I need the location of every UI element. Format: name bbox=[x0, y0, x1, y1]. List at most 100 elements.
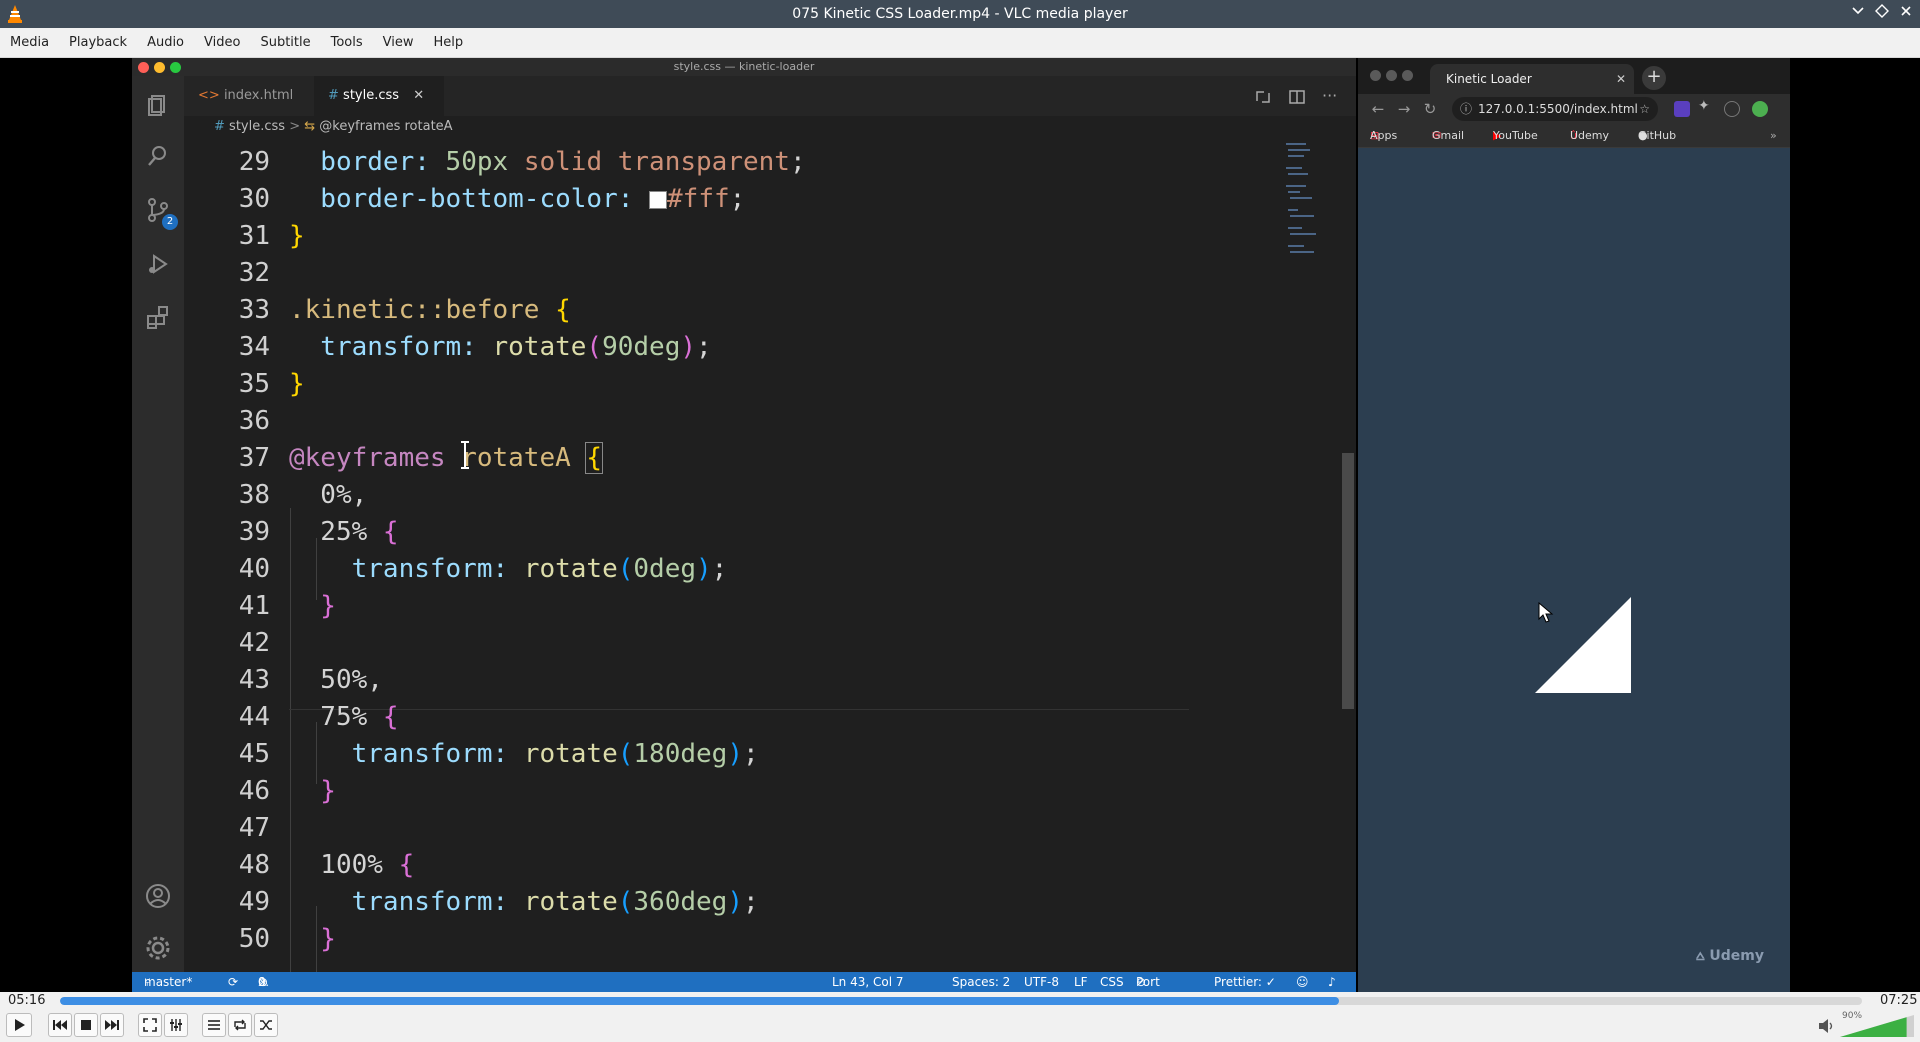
traffic-close-icon[interactable] bbox=[1370, 70, 1381, 81]
menu-tools[interactable]: Tools bbox=[321, 28, 373, 58]
code-line: 44 75% { bbox=[184, 699, 1294, 736]
stop-button[interactable] bbox=[74, 1013, 98, 1037]
line-number: 32 bbox=[238, 258, 270, 288]
extension-icon[interactable] bbox=[1674, 101, 1690, 117]
traffic-minimize-icon[interactable] bbox=[1386, 70, 1397, 81]
code-editor[interactable]: 29 border: 50px solid transparent; 30 bo… bbox=[184, 138, 1294, 972]
loop-button[interactable] bbox=[228, 1013, 252, 1037]
forward-arrow-icon[interactable]: → bbox=[1394, 98, 1414, 120]
tab-index-html[interactable]: <> index.html bbox=[184, 76, 314, 116]
language-status[interactable]: CSS bbox=[1100, 972, 1124, 992]
menu-view[interactable]: View bbox=[373, 28, 424, 58]
extensions-icon[interactable] bbox=[144, 304, 172, 332]
more-bookmarks-icon[interactable]: » bbox=[1770, 124, 1777, 148]
line-number: 30 bbox=[238, 184, 270, 214]
feedback-icon[interactable]: ☺ bbox=[1296, 972, 1309, 992]
search-icon[interactable] bbox=[144, 142, 172, 170]
line-number: 47 bbox=[238, 813, 270, 843]
extended-settings-button[interactable] bbox=[164, 1013, 188, 1037]
line-number: 45 bbox=[238, 739, 270, 769]
tab-style-css[interactable]: # style.css ✕ bbox=[314, 76, 444, 116]
previous-button[interactable] bbox=[48, 1013, 72, 1037]
puzzle-extensions-icon[interactable]: ✦ bbox=[1698, 98, 1710, 114]
sync-icon[interactable]: ⟳ bbox=[228, 972, 238, 992]
code-line: 34 transform: rotate(90deg); bbox=[184, 329, 1294, 366]
fullscreen-button[interactable] bbox=[138, 1013, 162, 1037]
address-bar[interactable]: ⓘ 127.0.0.1:5500/index.html ☆ bbox=[1452, 97, 1658, 121]
line-number: 36 bbox=[238, 406, 270, 436]
account-icon[interactable] bbox=[144, 882, 172, 910]
breadcrumb-separator-icon: > bbox=[289, 119, 301, 134]
seek-progress bbox=[60, 997, 1340, 1005]
color-swatch-icon bbox=[649, 190, 668, 209]
breadcrumb-symbol[interactable]: @keyframes rotateA bbox=[319, 119, 452, 134]
tab-close-icon[interactable]: ✕ bbox=[413, 88, 424, 103]
menu-playback[interactable]: Playback bbox=[59, 28, 137, 58]
menubar: Media Playback Audio Video Subtitle Tools View… bbox=[0, 28, 1920, 58]
fullscreen-icon bbox=[143, 1018, 157, 1032]
cursor-position[interactable]: Ln 43, Col 7 bbox=[832, 972, 904, 992]
indentation-status[interactable]: Spaces: 2 bbox=[952, 972, 1010, 992]
code-line: 50 } bbox=[184, 921, 1294, 958]
code-line: 49 transform: rotate(360deg); bbox=[184, 884, 1294, 921]
line-number: 50 bbox=[238, 924, 270, 954]
run-debug-icon[interactable] bbox=[144, 250, 172, 278]
split-editor-icon[interactable] bbox=[1288, 88, 1306, 106]
browser-tab[interactable]: Kinetic Loader ✕ bbox=[1430, 64, 1634, 94]
menu-video[interactable]: Video bbox=[194, 28, 250, 58]
minimap[interactable] bbox=[1284, 138, 1328, 258]
line-number: 39 bbox=[238, 517, 270, 547]
activity-bar: 2 bbox=[132, 76, 184, 972]
line-number: 43 bbox=[238, 665, 270, 695]
line-number: 40 bbox=[238, 554, 270, 584]
prettier-status[interactable]: Prettier: ✓ bbox=[1214, 972, 1276, 992]
eol-status[interactable]: LF bbox=[1074, 972, 1088, 992]
play-button[interactable] bbox=[6, 1013, 32, 1037]
reload-icon[interactable]: ↻ bbox=[1420, 98, 1440, 120]
more-actions-icon[interactable]: ··· bbox=[1322, 76, 1337, 116]
speaker-icon[interactable] bbox=[1818, 1018, 1836, 1034]
open-changes-icon[interactable] bbox=[1254, 88, 1272, 106]
menu-subtitle[interactable]: Subtitle bbox=[250, 28, 320, 58]
back-arrow-icon[interactable]: ← bbox=[1368, 98, 1388, 120]
menu-media[interactable]: Media bbox=[0, 28, 59, 58]
total-time[interactable]: 07:25 bbox=[1880, 992, 1917, 1010]
close-tab-icon[interactable]: ✕ bbox=[1616, 64, 1626, 94]
notifications-bell-icon[interactable]: ♪ bbox=[1328, 972, 1336, 992]
editor-scrollbar[interactable] bbox=[1342, 453, 1354, 709]
shuffle-button[interactable] bbox=[254, 1013, 278, 1037]
browser-toolbar: ← → ↻ ⓘ 127.0.0.1:5500/index.html ☆ ✦ bbox=[1358, 94, 1790, 124]
bookmark-star-icon[interactable]: ☆ bbox=[1639, 97, 1650, 121]
udemy-watermark: ⩟ Udemy bbox=[1696, 948, 1764, 964]
tab-label: style.css bbox=[343, 88, 400, 103]
maximize-button[interactable] bbox=[1872, 4, 1892, 24]
code-line: 31} bbox=[184, 218, 1294, 255]
menu-audio[interactable]: Audio bbox=[137, 28, 194, 58]
new-tab-button[interactable]: + bbox=[1642, 66, 1666, 90]
profile-icon[interactable] bbox=[1724, 101, 1740, 117]
traffic-maximize-icon bbox=[170, 62, 181, 73]
playlist-button[interactable] bbox=[202, 1013, 226, 1037]
settings-gear-icon[interactable] bbox=[144, 934, 172, 962]
seek-slider[interactable] bbox=[60, 997, 1862, 1005]
volume-slider[interactable]: 90% bbox=[1840, 1011, 1914, 1037]
breadcrumb-file[interactable]: style.css bbox=[229, 119, 285, 134]
traffic-maximize-icon[interactable] bbox=[1402, 70, 1413, 81]
encoding-status[interactable]: UTF-8 bbox=[1024, 972, 1059, 992]
window-title: 075 Kinetic CSS Loader.mp4 - VLC media p… bbox=[792, 6, 1128, 22]
code-line: 45 transform: rotate(180deg); bbox=[184, 736, 1294, 773]
explorer-icon[interactable] bbox=[144, 90, 172, 118]
volume-label: 90% bbox=[1842, 1011, 1863, 1021]
code-line: 35} bbox=[184, 366, 1294, 403]
status-dot-icon[interactable] bbox=[1752, 101, 1768, 117]
next-button[interactable] bbox=[100, 1013, 124, 1037]
browser-viewport[interactable]: ⩟ Udemy bbox=[1358, 148, 1790, 992]
line-number: 29 bbox=[238, 147, 270, 177]
traffic-close-icon bbox=[138, 62, 149, 73]
video-area[interactable]: style.css — kinetic-loader 2 <> index.ht… bbox=[0, 58, 1920, 992]
close-button[interactable] bbox=[1896, 4, 1916, 24]
minimize-button[interactable] bbox=[1848, 4, 1868, 24]
menu-help[interactable]: Help bbox=[424, 28, 474, 58]
code-line: 33 .kinetic::before { bbox=[184, 292, 1294, 329]
stop-icon bbox=[81, 1020, 91, 1030]
